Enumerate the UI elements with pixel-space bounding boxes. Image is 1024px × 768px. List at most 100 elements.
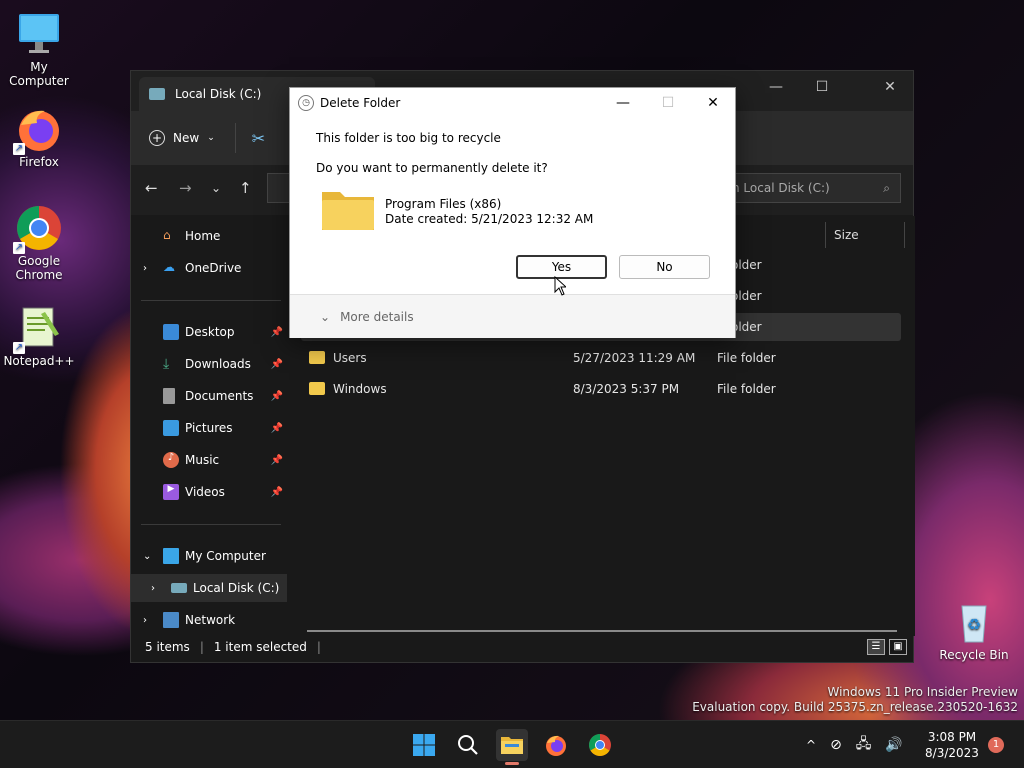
pin-icon[interactable]: 📌: [271, 327, 283, 338]
chevron-right-icon: ›: [143, 614, 147, 626]
sidebar-item-my-computer[interactable]: ⌄ My Computer: [131, 542, 287, 570]
firefox-icon: [546, 735, 566, 756]
desktop-icon-notepadpp[interactable]: ↗ Notepad++: [1, 304, 77, 368]
sidebar-item-label: Network: [185, 613, 236, 627]
pin-icon[interactable]: 📌: [271, 359, 283, 370]
sidebar-item-onedrive[interactable]: › ☁ OneDrive: [131, 254, 287, 282]
delete-folder-dialog[interactable]: ◷ Delete Folder — ☐ ✕ This folder is too…: [289, 87, 736, 338]
sidebar-item-desktop[interactable]: Desktop 📌: [131, 318, 287, 346]
new-label: New: [173, 131, 200, 145]
forward-button[interactable]: →: [179, 179, 192, 197]
watermark-line-2: Evaluation copy. Build 25375.zn_release.…: [692, 700, 1018, 714]
file-type: File folder: [717, 382, 776, 396]
taskbar: ^ ⊘ 🖧 🔊 3:08 PM 8/3/2023 1: [0, 720, 1024, 768]
pin-icon[interactable]: 📌: [271, 455, 283, 466]
file-date: 5/27/2023 11:29 AM: [573, 351, 696, 365]
search-placeholder: h Local Disk (C:): [732, 181, 830, 195]
back-button[interactable]: ←: [145, 179, 158, 197]
sidebar-item-local-disk[interactable]: › Local Disk (C:): [131, 574, 287, 602]
show-hidden-icons-button[interactable]: ^: [806, 738, 816, 752]
chrome-taskbar-button[interactable]: [584, 729, 616, 761]
dialog-maximize-button: ☐: [661, 95, 675, 111]
notepadpp-icon: ↗: [13, 304, 63, 354]
drive-icon: [149, 88, 165, 100]
dialog-minimize-button[interactable]: —: [600, 88, 646, 118]
sidebar-item-pictures[interactable]: Pictures 📌: [131, 414, 287, 442]
pin-icon[interactable]: 📌: [271, 423, 283, 434]
search-icon: ⌕: [883, 180, 890, 195]
notification-badge[interactable]: 1: [988, 737, 1004, 753]
status-item-count: 5 items: [145, 640, 190, 654]
column-header-size[interactable]: Size: [825, 222, 905, 248]
clock-time: 3:08 PM: [927, 730, 977, 744]
sidebar-item-videos[interactable]: ▶ Videos 📌: [131, 478, 287, 506]
shortcut-arrow-icon: ↗: [13, 242, 25, 254]
clock[interactable]: 3:08 PM 8/3/2023: [922, 729, 982, 761]
file-explorer-taskbar-button[interactable]: [496, 729, 528, 765]
picture-icon: [163, 420, 179, 436]
svg-text:♻: ♻: [967, 615, 981, 634]
start-button[interactable]: [408, 729, 440, 761]
file-date: 8/3/2023 5:37 PM: [573, 382, 680, 396]
dialog-title-bar[interactable]: ◷ Delete Folder — ☐ ✕: [290, 88, 735, 118]
close-button[interactable]: ✕: [867, 71, 913, 103]
desktop-icon-recycle-bin[interactable]: ♻ Recycle Bin: [936, 598, 1012, 662]
pin-icon[interactable]: 📌: [271, 391, 283, 402]
firefox-taskbar-button[interactable]: [540, 729, 572, 761]
folder-icon: [320, 188, 376, 232]
drive-icon: [171, 583, 187, 593]
desktop-icon-label: Notepad++: [3, 354, 75, 368]
desktop-icon-my-computer[interactable]: My Computer: [1, 10, 77, 88]
plus-circle-icon: +: [149, 130, 165, 146]
more-details-toggle[interactable]: ⌄ More details: [320, 310, 414, 324]
new-button[interactable]: + New ⌄: [149, 123, 236, 153]
dialog-close-button[interactable]: ✕: [690, 88, 736, 118]
desktop-icon-label: My Computer: [9, 60, 69, 88]
cut-button[interactable]: ✂: [246, 129, 265, 148]
status-divider: |: [199, 640, 204, 654]
monitor-icon: [15, 10, 63, 58]
sidebar-item-label: OneDrive: [185, 261, 242, 275]
sidebar-item-network[interactable]: › Network: [131, 606, 287, 634]
tiles-view-button[interactable]: ▣: [889, 639, 907, 655]
minimize-button[interactable]: —: [753, 71, 799, 103]
sidebar-item-home[interactable]: ⌂ Home: [131, 222, 287, 250]
sidebar-item-documents[interactable]: Documents 📌: [131, 382, 287, 410]
clock-icon: ◷: [298, 95, 314, 111]
network-disconnected-icon[interactable]: ⊘: [830, 737, 842, 753]
table-row[interactable]: Windows 8/3/2023 5:37 PM File folder: [301, 375, 901, 403]
chevron-down-icon: ⌄: [207, 133, 215, 143]
recent-locations-button[interactable]: ⌄: [211, 181, 221, 195]
windows-logo-icon: [413, 734, 435, 756]
recycle-bin-icon: ♻: [950, 598, 998, 646]
pin-icon[interactable]: 📌: [271, 487, 283, 498]
table-row[interactable]: Users 5/27/2023 11:29 AM File folder: [301, 344, 901, 372]
desktop-icon-chrome[interactable]: ↗ Google Chrome: [1, 204, 77, 282]
sidebar-item-music[interactable]: ♪ Music 📌: [131, 446, 287, 474]
clock-date: 8/3/2023: [925, 746, 979, 760]
home-icon: ⌂: [163, 228, 171, 242]
sidebar-item-label: Documents: [185, 389, 254, 403]
desktop-icon-label: Recycle Bin: [939, 648, 1009, 662]
volume-icon[interactable]: 🔊: [885, 737, 902, 753]
desktop-icon-firefox[interactable]: ↗ Firefox: [1, 105, 77, 169]
up-button[interactable]: ↑: [239, 179, 252, 197]
chevron-right-icon: ›: [143, 262, 147, 274]
status-selected: 1 item selected: [213, 640, 307, 654]
maximize-button[interactable]: ☐: [799, 71, 845, 103]
sidebar-item-label: Downloads: [185, 357, 251, 371]
dialog-message-2: Do you want to permanently delete it?: [316, 161, 548, 175]
file-name: Users: [333, 351, 367, 365]
sidebar-item-downloads[interactable]: ⤓ Downloads 📌: [131, 350, 287, 378]
music-icon: ♪: [163, 452, 179, 468]
details-view-button[interactable]: ☰: [867, 639, 885, 655]
tab-title: Local Disk (C:): [175, 87, 262, 101]
search-button[interactable]: [452, 729, 484, 761]
folder-icon: [309, 351, 325, 364]
mouse-cursor-icon: [554, 276, 566, 296]
download-icon: ⤓: [163, 356, 170, 372]
no-button[interactable]: No: [619, 255, 710, 279]
folder-icon: [309, 382, 325, 395]
network-icon[interactable]: 🖧: [856, 733, 872, 757]
sidebar-item-label: Videos: [185, 485, 225, 499]
